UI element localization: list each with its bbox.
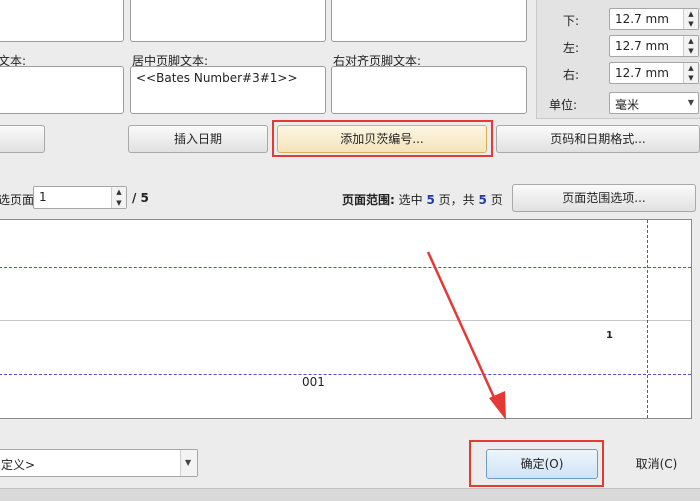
page-range-text-2: 页，共 xyxy=(438,193,475,207)
up-arrow-icon[interactable]: ▲ xyxy=(684,36,698,46)
page-range-label: 页面范围: xyxy=(342,193,395,207)
down-arrow-icon[interactable]: ▼ xyxy=(684,46,698,56)
page-spinner[interactable]: 1 ▲ ▼ xyxy=(33,186,127,209)
page-range-text-1: 选中 xyxy=(398,193,423,207)
page-total: / 5 xyxy=(132,191,149,205)
left-partial-button[interactable] xyxy=(0,125,45,153)
page-range-summary: 页面范围: 选中 5 页，共 5 页 xyxy=(342,191,503,208)
unit-value: 毫米 xyxy=(615,98,640,112)
ok-highlight xyxy=(469,440,604,487)
preset-select[interactable]: 定义> ▼ xyxy=(0,449,198,477)
bottom-margin-label: 下: xyxy=(563,14,580,28)
down-arrow-icon[interactable]: ▼ xyxy=(684,19,698,29)
bottom-strip xyxy=(0,488,700,501)
left-footer-text-field[interactable] xyxy=(0,66,124,114)
right-margin-arrows[interactable]: ▲ ▼ xyxy=(683,63,698,83)
bottom-margin-spinner[interactable]: 12.7 mm ▲ ▼ xyxy=(609,8,699,30)
bottom-guide-line xyxy=(0,374,691,375)
right-footer-textarea[interactable] xyxy=(331,66,527,114)
page-range-text-3: 页 xyxy=(490,193,503,207)
left-margin-arrows[interactable]: ▲ ▼ xyxy=(683,36,698,56)
preset-dropdown-button[interactable]: ▼ xyxy=(180,450,197,476)
unit-label: 单位: xyxy=(549,98,578,112)
page-range-options-button[interactable]: 页面范围选项... xyxy=(512,184,696,212)
page-preview: 1 001 xyxy=(0,219,692,419)
center-footer-textarea[interactable]: <<Bates Number#3#1>> xyxy=(130,66,326,114)
bottom-margin-arrows[interactable]: ▲ ▼ xyxy=(683,9,698,29)
up-arrow-icon[interactable]: ▲ xyxy=(684,9,698,19)
right-header-textarea[interactable] xyxy=(331,0,527,42)
page-break-line xyxy=(0,320,691,321)
right-margin-value: 12.7 mm xyxy=(615,66,669,80)
left-margin-spinner[interactable]: 12.7 mm ▲ ▼ xyxy=(609,35,699,57)
center-header-textarea[interactable] xyxy=(130,0,326,42)
page-select-label: 选页面 xyxy=(0,193,35,207)
unit-select[interactable]: 毫米 ▼ xyxy=(609,92,699,114)
preview-page-number: 1 xyxy=(606,330,613,341)
right-margin-spinner[interactable]: 12.7 mm ▲ ▼ xyxy=(609,62,699,84)
page-spinner-arrows[interactable]: ▲ ▼ xyxy=(111,187,126,208)
page-spinner-value: 1 xyxy=(39,190,47,204)
chevron-down-icon[interactable]: ▼ xyxy=(688,98,694,107)
down-arrow-icon[interactable]: ▼ xyxy=(684,73,698,83)
chevron-down-icon[interactable]: ▼ xyxy=(185,458,191,467)
cancel-button[interactable]: 取消(C) xyxy=(609,449,700,479)
right-guide-line xyxy=(647,220,648,418)
up-arrow-icon[interactable]: ▲ xyxy=(684,63,698,73)
insert-date-button[interactable]: 插入日期 xyxy=(128,125,268,153)
add-bates-highlight xyxy=(272,120,493,157)
preview-bates-number: 001 xyxy=(302,375,325,389)
bottom-margin-value: 12.7 mm xyxy=(615,12,669,26)
left-footer-textarea[interactable] xyxy=(0,0,124,42)
down-arrow-icon[interactable]: ▼ xyxy=(112,198,126,209)
left-margin-value: 12.7 mm xyxy=(615,39,669,53)
left-margin-label: 左: xyxy=(563,41,580,55)
top-guide-line xyxy=(0,267,691,268)
preset-value: 定义> xyxy=(1,458,36,472)
margins-panel: 下: 12.7 mm ▲ ▼ 左: 12.7 mm ▲ ▼ 右: 12.7 mm ▲… xyxy=(536,0,700,119)
right-margin-label: 右: xyxy=(563,68,580,82)
page-date-format-button[interactable]: 页码和日期格式... xyxy=(496,125,700,153)
center-footer-value: <<Bates Number#3#1>> xyxy=(136,71,298,85)
up-arrow-icon[interactable]: ▲ xyxy=(112,187,126,198)
page-range-total: 5 xyxy=(478,193,487,207)
page-range-selected: 5 xyxy=(426,193,435,207)
